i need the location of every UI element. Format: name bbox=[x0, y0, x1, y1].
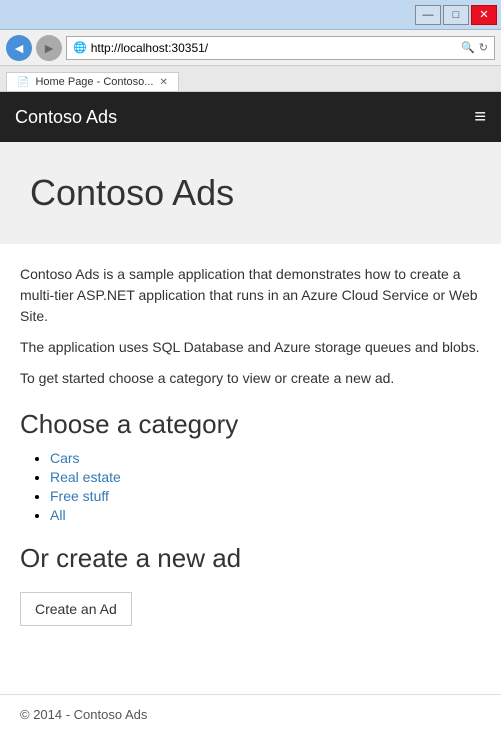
window-chrome: — □ ✕ bbox=[0, 0, 501, 30]
navbar-toggle-button[interactable]: ≡ bbox=[474, 106, 486, 129]
forward-button[interactable]: ► bbox=[36, 35, 62, 61]
hero-section: Contoso Ads bbox=[0, 142, 501, 244]
minimize-button[interactable]: — bbox=[415, 5, 441, 25]
refresh-icon[interactable]: ↻ bbox=[479, 41, 488, 54]
tab-close-button[interactable]: ✕ bbox=[159, 77, 167, 88]
create-ad-button[interactable]: Create an Ad bbox=[20, 592, 132, 626]
list-item: Free stuff bbox=[50, 488, 481, 504]
content-area: Contoso Ads Contoso Ads is a sample appl… bbox=[0, 142, 501, 694]
search-icon: 🔍 bbox=[461, 41, 475, 54]
hero-title: Contoso Ads bbox=[30, 172, 471, 214]
footer-text: © 2014 - Contoso Ads bbox=[20, 707, 147, 722]
description-paragraph-1: Contoso Ads is a sample application that… bbox=[20, 264, 481, 327]
description-paragraph-3: To get started choose a category to view… bbox=[20, 368, 481, 389]
category-link-realestate[interactable]: Real estate bbox=[50, 469, 121, 485]
list-item: Cars bbox=[50, 450, 481, 466]
tab-bar: 📄 Home Page - Contoso... ✕ bbox=[0, 66, 501, 92]
browser-toolbar: ◄ ► 🌐 🔍 ↻ bbox=[0, 30, 501, 66]
maximize-button[interactable]: □ bbox=[443, 5, 469, 25]
category-link-all[interactable]: All bbox=[50, 507, 66, 523]
browser-tab[interactable]: 📄 Home Page - Contoso... ✕ bbox=[6, 72, 179, 91]
category-list: Cars Real estate Free stuff All bbox=[20, 450, 481, 523]
main-content: Contoso Ads Contoso Ads is a sample appl… bbox=[0, 142, 501, 646]
close-button[interactable]: ✕ bbox=[471, 5, 497, 25]
back-button[interactable]: ◄ bbox=[6, 35, 32, 61]
tab-favicon: 📄 bbox=[17, 77, 29, 88]
list-item: Real estate bbox=[50, 469, 481, 485]
footer: © 2014 - Contoso Ads bbox=[0, 694, 501, 734]
page-icon: 🌐 bbox=[73, 41, 87, 54]
category-heading: Choose a category bbox=[20, 409, 481, 440]
window-controls: — □ ✕ bbox=[415, 5, 497, 25]
category-link-freestuff[interactable]: Free stuff bbox=[50, 488, 109, 504]
description-paragraph-2: The application uses SQL Database and Az… bbox=[20, 337, 481, 358]
address-bar-container: 🌐 🔍 ↻ bbox=[66, 36, 495, 60]
list-item: All bbox=[50, 507, 481, 523]
tab-label: Home Page - Contoso... bbox=[35, 76, 153, 88]
create-heading: Or create a new ad bbox=[20, 543, 481, 574]
navbar-brand: Contoso Ads bbox=[15, 107, 117, 128]
navbar: Contoso Ads ≡ bbox=[0, 92, 501, 142]
category-link-cars[interactable]: Cars bbox=[50, 450, 80, 466]
address-input[interactable] bbox=[91, 41, 457, 55]
